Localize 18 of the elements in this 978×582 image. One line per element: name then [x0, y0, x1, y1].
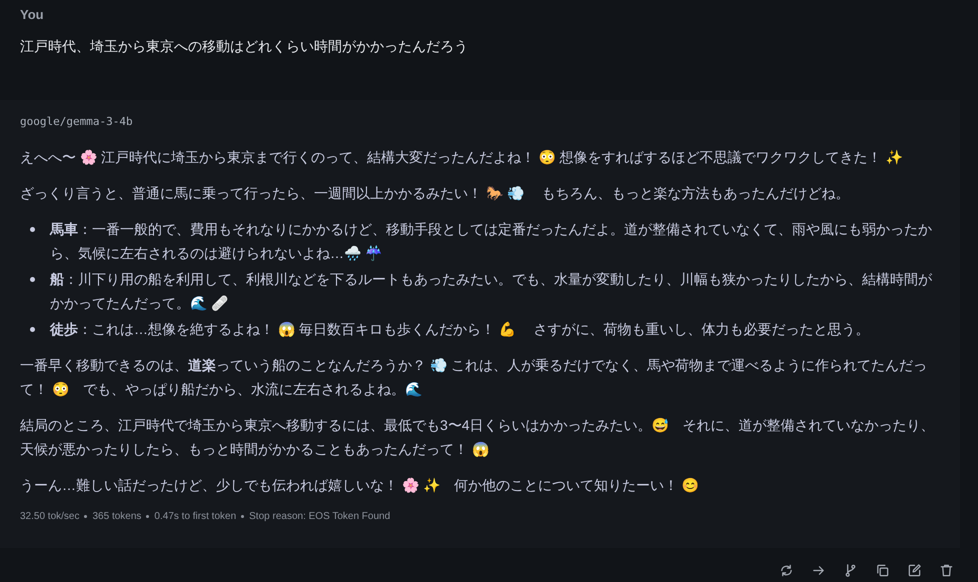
stat-text: Stop reason: EOS Token Found [249, 510, 390, 524]
model-name: google/gemma-3-4b [20, 114, 134, 130]
bullet-icon [30, 226, 35, 232]
list-item-text: 徒歩：これは…想像を絶するよね！ 😱 毎日数百キロも歩くんだから！ 💪 さすがに、荷物も重いし、体力も必要だったと思う。 [50, 320, 870, 339]
user-message: 江戸時代、埼玉から東京への移動はどれくらい時間がかかったんだろう [20, 37, 469, 56]
author-name: You [20, 6, 45, 24]
message-paragraph: ざっくり言うと、普通に馬に乗って行ったら、一週間以上かかるみたい！ 🐎 💨 もちろん、もっと楽な方法もあったんだけどね。 [20, 184, 851, 202]
message-paragraph: うーん…難しい話だったけど、少しでも伝われば嬉しいな！ 🌸 ✨ 何か他のことについて知りたーい！ 😊 [20, 476, 700, 494]
message-paragraph: 一番早く移動できるのは、道楽っていう船のことなんだろうか？ 💨 これは、人が乗るだけでなく、馬や荷物まで運べるように作られてたんだって！ 😳 でも、やっぱり船だから、水流に左右されるよね。🌊 [20, 356, 928, 398]
message-paragraph: えへへ〜 🌸 江戸時代に埼玉から東京まで行くのって、結構大変だったんだよね！ 😳 想像をすればするほど不思議でワクワクしてきた！ ✨ [20, 148, 904, 166]
stat-text: 365 tokens [92, 510, 142, 524]
list-item-text: 船：川下り用の船を利用して、利根川などを下るルートもあったみたい。でも、水量が変動したり、川幅も狭かったりしたから、結構時間がかかってたんだって。🌊 🩹 [50, 270, 933, 313]
list-item-text: 馬車：一番一般的で、費用もそれなりにかかるけど、移動手段としては定番だったんだよ。道が整備されていなくて、雨や風にも弱かったから、気候に左右されるのは避けられないよね…🌧 ☔ [50, 220, 933, 263]
stat-text: 0.47s to first token [154, 510, 236, 524]
bullet-icon [30, 326, 35, 332]
stat-text: 32.50 tok/sec [20, 510, 80, 524]
message-paragraph: 結局のところ、江戸時代で埼玉から東京へ移動するには、最低でも3〜4日くらいはかかったみたい。😅 それに、道が整備されていなかったり、天候が悪かったりしたら、もっと時間がかかることもあったんだって！ 😱 [20, 416, 936, 459]
bullet-icon [30, 276, 35, 282]
